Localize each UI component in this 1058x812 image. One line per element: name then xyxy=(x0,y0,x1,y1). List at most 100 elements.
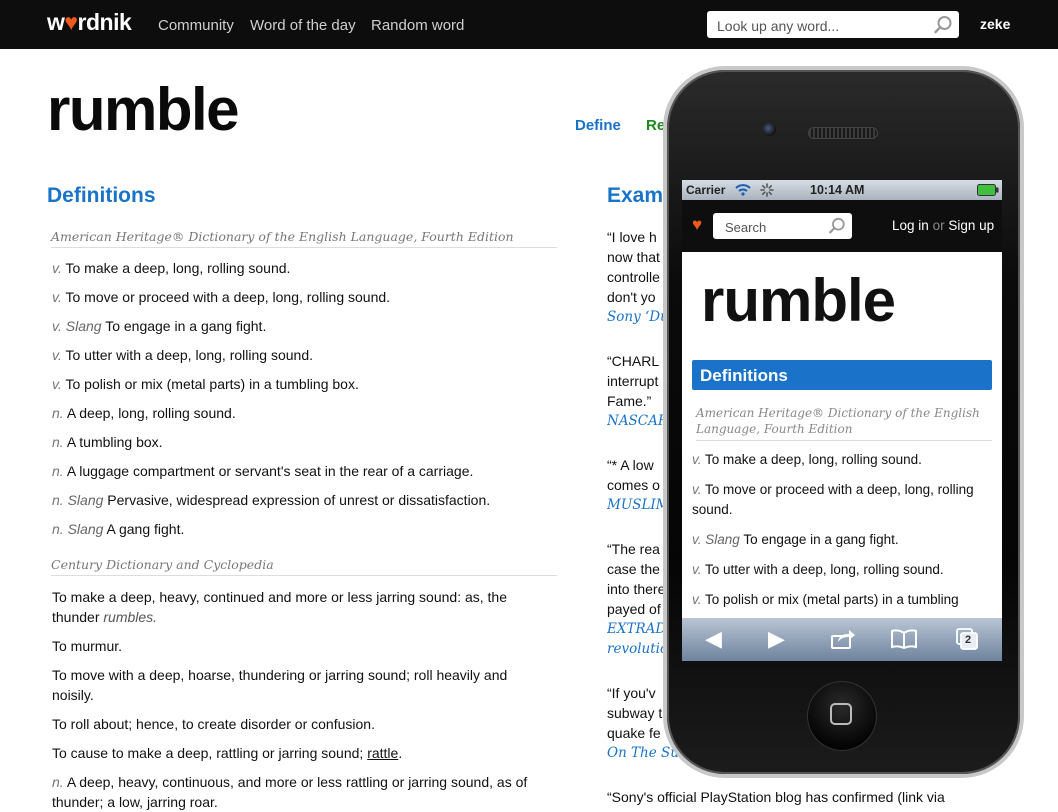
definition-text: To move with a deep, hoarse, thundering … xyxy=(52,667,508,703)
nav-random-word[interactable]: Random word xyxy=(371,17,464,34)
login-link[interactable]: Log in xyxy=(892,218,929,233)
part-of-speech: v. xyxy=(52,376,62,392)
carrier-label: Carrier xyxy=(686,183,726,197)
definition-item: To make a deep, heavy, continued and mor… xyxy=(52,587,552,627)
mobile-search-input[interactable] xyxy=(723,218,827,236)
tabs-count: 2 xyxy=(965,634,972,646)
definition-item: n. Slang A gang fight. xyxy=(52,521,552,550)
definition-text: To engage in a gang fight. xyxy=(105,318,267,334)
safari-toolbar: ◀ ▶ 2 xyxy=(682,618,1002,661)
example-item: “Sony's official PlayStation blog has co… xyxy=(607,787,1047,807)
mobile-word-title: rumble xyxy=(701,267,896,334)
definition-text: To move or proceed with a deep, long, ro… xyxy=(692,482,974,517)
bookmarks-icon[interactable] xyxy=(891,629,917,649)
definitions-heading: Definitions xyxy=(47,184,156,207)
mobile-search-box xyxy=(713,213,852,239)
rattle-link[interactable]: rattle xyxy=(367,745,398,761)
definition-text: To polish or mix (metal parts) in a tumb… xyxy=(65,376,359,392)
examples-heading: Exam xyxy=(607,184,664,207)
top-nav-bar: w♥rdnik Community Word of the day Random… xyxy=(0,0,1058,49)
magnifier-icon[interactable] xyxy=(828,217,846,235)
signup-link[interactable]: Sign up xyxy=(948,218,994,233)
phone-screen: Carrier 10:14 AM ♥ Log in or Sign up rum… xyxy=(682,180,1002,661)
definition-item: To cause to make a deep, rattling or jar… xyxy=(52,743,552,763)
part-of-speech: n. xyxy=(52,463,64,479)
part-of-speech: v. xyxy=(52,260,62,276)
definition-text: To make a deep, long, rolling sound. xyxy=(705,452,922,467)
clock-time: 10:14 AM xyxy=(810,183,865,197)
definition-item: n. A tumbling box. xyxy=(52,434,552,463)
ahd-source-title[interactable]: American Heritage® Dictionary of the Eng… xyxy=(51,229,557,248)
definition-text: A deep, long, rolling sound. xyxy=(66,405,236,421)
loading-spinner-icon xyxy=(760,183,774,197)
mobile-definitions-list: v. To make a deep, long, rolling sound. … xyxy=(692,450,992,620)
definition-text: To murmur. xyxy=(52,638,123,654)
usage-label: Slang xyxy=(67,492,104,508)
definition-text: To utter with a deep, long, rolling soun… xyxy=(705,562,944,577)
forward-arrow-icon[interactable]: ▶ xyxy=(768,627,785,651)
word-title: rumble xyxy=(47,76,240,143)
definition-item: To murmur. xyxy=(52,636,552,656)
speaker-grille xyxy=(808,127,878,139)
search-input[interactable] xyxy=(715,15,929,36)
mobile-definition-item: v. To make a deep, long, rolling sound. xyxy=(692,450,992,470)
definition-item: To move with a deep, hoarse, thundering … xyxy=(52,665,552,705)
search-box xyxy=(707,11,959,38)
share-icon[interactable] xyxy=(830,628,856,650)
definition-end: . xyxy=(398,745,403,761)
definition-item: v. To utter with a deep, long, rolling s… xyxy=(52,347,552,376)
mobile-definitions-bar[interactable]: Definitions xyxy=(692,360,992,390)
nav-word-of-the-day[interactable]: Word of the day xyxy=(250,17,356,34)
battery-icon xyxy=(977,184,999,196)
mobile-definition-item: v. To polish or mix (metal parts) in a t… xyxy=(692,590,992,610)
or-label: or xyxy=(932,218,945,233)
part-of-speech: n. xyxy=(52,405,64,421)
back-arrow-icon[interactable]: ◀ xyxy=(705,627,722,651)
part-of-speech: n. xyxy=(52,434,64,450)
heart-icon: ♥ xyxy=(64,9,78,35)
define-link[interactable]: Define xyxy=(575,117,621,134)
heart-logo-icon[interactable]: ♥ xyxy=(692,215,702,235)
status-bar: Carrier 10:14 AM xyxy=(682,180,1002,200)
part-of-speech: v. xyxy=(692,592,702,607)
mobile-header: ♥ Log in or Sign up xyxy=(682,200,1002,252)
usage-label: Slang xyxy=(705,532,740,547)
ahd-definitions-list: v. To make a deep, long, rolling sound. … xyxy=(52,260,552,550)
definition-italic: rumbles. xyxy=(103,609,158,625)
part-of-speech: v. xyxy=(52,318,62,334)
definition-text: A gang fight. xyxy=(106,521,185,537)
nav-community[interactable]: Community xyxy=(158,17,234,34)
definition-text: To engage in a gang fight. xyxy=(743,532,899,547)
definition-item: n. A deep, heavy, continuous, and more o… xyxy=(52,772,552,812)
wordnik-logo[interactable]: w♥rdnik xyxy=(47,9,132,36)
mobile-definition-item: v. To utter with a deep, long, rolling s… xyxy=(692,560,992,580)
part-of-speech: v. xyxy=(52,347,62,363)
home-square-icon xyxy=(830,703,852,725)
definition-text: To move or proceed with a deep, long, ro… xyxy=(65,289,391,305)
century-definitions-list: To make a deep, heavy, continued and mor… xyxy=(52,587,552,812)
definition-text-continued: thunder; a low, jarring roar. xyxy=(52,794,218,810)
user-menu[interactable]: zeke xyxy=(980,16,1010,32)
mobile-definition-item: v. To move or proceed with a deep, long,… xyxy=(692,480,992,520)
definition-item: n. Slang Pervasive, widespread expressio… xyxy=(52,492,552,521)
definition-text: Pervasive, widespread expression of unre… xyxy=(107,492,491,508)
definition-item: n. A deep, long, rolling sound. xyxy=(52,405,552,434)
definition-text: To roll about; hence, to create disorder… xyxy=(52,716,375,732)
definition-text: A tumbling box. xyxy=(66,434,163,450)
definition-item: v. To make a deep, long, rolling sound. xyxy=(52,260,552,289)
part-of-speech: v. xyxy=(692,452,702,467)
century-source-title[interactable]: Century Dictionary and Cyclopedia xyxy=(51,557,557,576)
mobile-source-title[interactable]: American Heritage® Dictionary of the Eng… xyxy=(696,405,992,441)
definition-text: To polish or mix (metal parts) in a tumb… xyxy=(705,592,959,607)
magnifier-icon[interactable] xyxy=(933,15,953,35)
definition-item: v. To polish or mix (metal parts) in a t… xyxy=(52,376,552,405)
part-of-speech: n. xyxy=(52,521,64,537)
part-of-speech: n. xyxy=(52,774,64,790)
part-of-speech: v. xyxy=(692,482,702,497)
definition-text: To make a deep, long, rolling sound. xyxy=(65,260,291,276)
wifi-icon xyxy=(735,184,751,196)
usage-label: Slang xyxy=(67,521,104,537)
part-of-speech: n. xyxy=(52,492,64,508)
definition-text: To utter with a deep, long, rolling soun… xyxy=(65,347,314,363)
definition-item: n. A luggage compartment or servant's se… xyxy=(52,463,552,492)
